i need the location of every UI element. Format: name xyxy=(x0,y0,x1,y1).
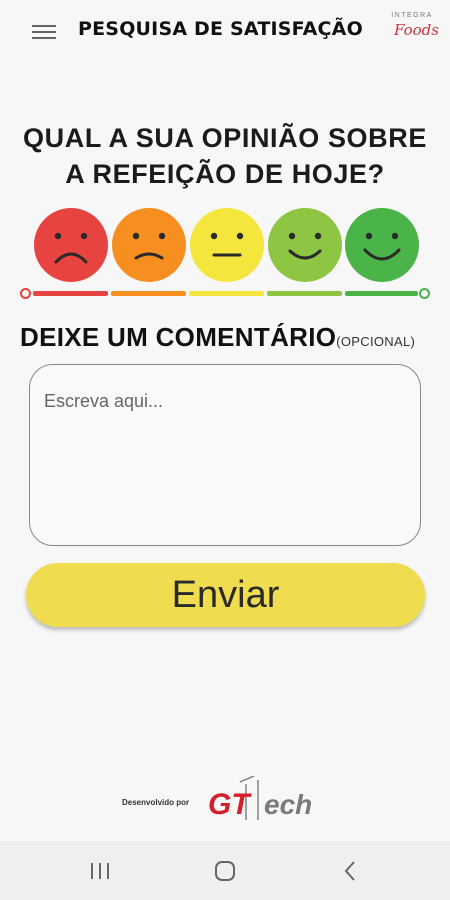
face-neutral-button[interactable] xyxy=(190,208,264,282)
back-icon[interactable] xyxy=(330,855,370,887)
home-icon[interactable] xyxy=(205,855,245,887)
face-unhappy-button[interactable] xyxy=(112,208,186,282)
scale-end-dot xyxy=(419,288,430,299)
scale-start-dot xyxy=(20,288,31,299)
face-very-happy-button[interactable] xyxy=(345,208,419,282)
comment-label: DEIXE UM COMENTÁRIO(OPCIONAL) xyxy=(20,322,415,353)
developer-credit: Desenvolvido por GT ech xyxy=(0,776,450,826)
scale-segment-neutral xyxy=(189,291,264,296)
survey-question-line-1: QUAL A SUA OPINIÃO SOBRE xyxy=(23,123,427,153)
scale-segment-very-happy xyxy=(345,291,418,296)
rating-faces xyxy=(0,208,450,288)
menu-icon[interactable] xyxy=(32,25,56,39)
gt-tech-logo-gt: GT xyxy=(208,788,252,821)
app-bar: PESQUISA DE SATISFAÇÃO INTEGRA Foods xyxy=(0,0,450,64)
scale-segment-very-unhappy xyxy=(33,291,108,296)
brand-logo-top-text: INTEGRA xyxy=(391,12,433,19)
brand-logo: INTEGRA Foods xyxy=(388,12,439,46)
page-title: PESQUISA DE SATISFAÇÃO xyxy=(78,18,363,40)
scale-segment-happy xyxy=(267,291,342,296)
gt-tech-logo: GT ech xyxy=(208,776,312,821)
face-happy-button[interactable] xyxy=(268,208,342,282)
comment-optional-note: (OPCIONAL) xyxy=(336,334,416,349)
face-very-unhappy-button[interactable] xyxy=(34,208,108,282)
developed-by-text: Desenvolvido por xyxy=(122,798,190,807)
rating-scale-bar xyxy=(20,287,432,301)
system-nav-bar xyxy=(0,841,450,900)
brand-logo-script-text: Foods xyxy=(394,21,439,39)
gt-tech-logo-ech: ech xyxy=(264,789,312,820)
survey-question: QUAL A SUA OPINIÃO SOBRE A REFEIÇÃO DE H… xyxy=(0,120,450,192)
scale-segment-unhappy xyxy=(111,291,186,296)
comment-field[interactable] xyxy=(29,364,421,546)
comment-title: DEIXE UM COMENTÁRIO xyxy=(20,322,337,352)
survey-question-line-2: A REFEIÇÃO DE HOJE? xyxy=(65,159,385,189)
recents-icon[interactable] xyxy=(80,855,120,887)
send-button[interactable]: Enviar xyxy=(26,563,425,627)
